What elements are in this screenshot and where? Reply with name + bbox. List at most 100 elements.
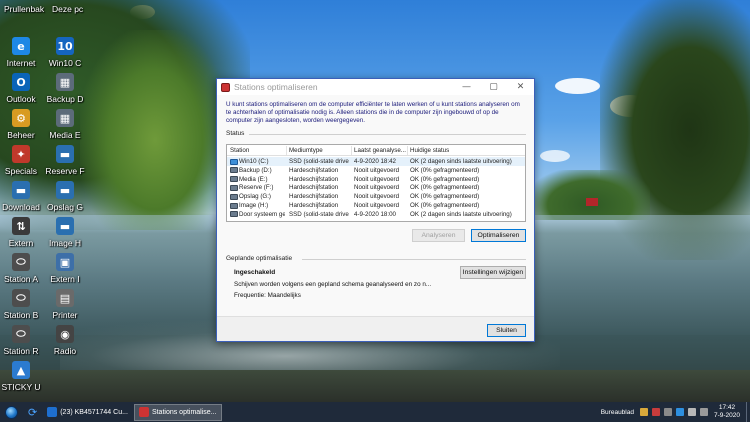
desktop-shortcut[interactable]: ✦ Specials bbox=[0, 145, 45, 176]
dialog-titlebar[interactable]: Stations optimaliseren — ▢ ✕ bbox=[217, 79, 534, 95]
clock-date: 7-9-2020 bbox=[713, 412, 740, 419]
opslag-drive-icon: ▬ bbox=[56, 181, 74, 199]
desktop-shortcut[interactable]: ▬ Download bbox=[0, 181, 45, 212]
refresh-icon: ⟳ bbox=[28, 405, 38, 419]
drive-row[interactable]: Media (E:) Hardeschijfstation Nooit uitgev… bbox=[227, 175, 525, 184]
desktop-shortcut[interactable]: ◉ Radio bbox=[41, 325, 89, 356]
taskbar-app-button[interactable]: (23) KB4571744 Cu... bbox=[43, 404, 132, 421]
desktop-shortcut-label: Printer bbox=[52, 310, 78, 320]
divider bbox=[302, 259, 526, 260]
image-drive-icon: ▬ bbox=[56, 217, 74, 235]
minimize-icon[interactable]: — bbox=[453, 79, 480, 95]
desktop-shortcut-label: Download bbox=[2, 202, 40, 212]
drive-station-cell: Win10 (C:) bbox=[239, 158, 269, 165]
hard-drive-icon bbox=[230, 211, 238, 218]
drive-last-cell: 4-9-2020 18:00 bbox=[354, 210, 396, 218]
drive-row[interactable]: Win10 (C:) SSD (solid-state drive) 4-9-202… bbox=[227, 157, 525, 166]
dialog-title: Stations optimaliseren bbox=[234, 82, 318, 92]
tray-desktop-toolbar[interactable]: Bureaublad bbox=[601, 409, 634, 416]
desktop-shortcut[interactable]: e Internet bbox=[0, 37, 45, 68]
optimize-button[interactable]: Optimaliseren bbox=[471, 229, 526, 242]
windows-drive-icon bbox=[230, 158, 238, 165]
desktop-shortcut[interactable]: 10 Win10 C bbox=[41, 37, 89, 68]
desktop-shortcut[interactable]: ⬭ Station A bbox=[0, 253, 45, 284]
drive-media-cell: Hardeschijfstation bbox=[289, 175, 339, 183]
analyze-button[interactable]: Analyseren bbox=[412, 229, 465, 242]
desktop-shortcut[interactable]: O Outlook bbox=[0, 73, 45, 104]
column-media-type[interactable]: Mediumtype bbox=[286, 147, 323, 154]
desktop-shortcut-label: Station B bbox=[3, 310, 39, 320]
cloud bbox=[540, 150, 570, 162]
taskbar-refresh[interactable]: ⟳ bbox=[24, 404, 41, 421]
internet-explorer-icon: e bbox=[12, 37, 30, 55]
desktop-shortcut[interactable]: ▲ STICKY U bbox=[0, 361, 45, 392]
change-settings-button[interactable]: Instellingen wijzigen bbox=[460, 266, 526, 279]
drive-status-cell: OK (0% gefragmenteerd) bbox=[410, 202, 480, 209]
desktop-label-this-pc[interactable]: Deze pc bbox=[52, 4, 83, 14]
close-button[interactable]: Sluiten bbox=[487, 324, 526, 337]
taskbar-app-button[interactable]: Stations optimalise... bbox=[133, 403, 222, 421]
drive-last-cell: Nooit uitgevoerd bbox=[354, 175, 400, 183]
printer-icon: ▤ bbox=[56, 289, 74, 307]
tray-action-center-icon[interactable] bbox=[699, 408, 708, 416]
tray-app-icon[interactable] bbox=[651, 408, 660, 416]
desktop-shortcut[interactable]: ▬ Image H bbox=[41, 217, 89, 248]
column-station[interactable]: Station bbox=[227, 147, 249, 154]
tray-network-icon[interactable] bbox=[675, 408, 684, 416]
close-icon[interactable]: ✕ bbox=[507, 79, 534, 95]
desktop-shortcut[interactable]: ⚙ Beheer bbox=[0, 109, 45, 140]
scheduled-frequency: Frequentie: Maandelijks bbox=[234, 292, 301, 299]
station-r-icon: ⬭ bbox=[12, 325, 30, 343]
tray-folder-icon[interactable] bbox=[639, 408, 648, 416]
desktop-shortcut[interactable]: ▦ Backup D bbox=[41, 73, 89, 104]
tray-security-icon[interactable] bbox=[663, 408, 672, 416]
desktop-shortcut[interactable]: ▦ Media E bbox=[41, 109, 89, 140]
desktop-shortcut-label: Station A bbox=[3, 274, 39, 284]
desktop-label-recycle-bin[interactable]: Prullenbak bbox=[4, 4, 44, 14]
optimize-drives-dialog: Stations optimaliseren — ▢ ✕ U kunt stat… bbox=[216, 78, 535, 342]
start-button[interactable] bbox=[0, 402, 22, 422]
taskbar-app-label: (23) KB4571744 Cu... bbox=[60, 408, 128, 416]
scheduled-group-label: Geplande optimalisatie bbox=[226, 255, 293, 262]
drive-row[interactable]: Image (H:) Hardeschijfstation Nooit uitgev… bbox=[227, 201, 525, 210]
beheer-icon: ⚙ bbox=[12, 109, 30, 127]
drive-status-cell: OK (0% gefragmenteerd) bbox=[410, 166, 480, 174]
window-controls: — ▢ ✕ bbox=[453, 79, 534, 95]
drive-list[interactable]: Station Mediumtype Laatst geanalyse... H… bbox=[226, 144, 526, 222]
desktop-shortcut[interactable]: ⬭ Station R bbox=[0, 325, 45, 356]
desktop-shortcut-label: Beheer bbox=[7, 130, 35, 140]
drive-station-cell: Opslag (G:) bbox=[239, 193, 271, 201]
scheduled-description: Schijven worden volgens een gepland sche… bbox=[234, 281, 432, 288]
win10-drive-icon: 10 bbox=[56, 37, 74, 55]
far-shore bbox=[530, 170, 650, 220]
drive-media-cell: Hardeschijfstation bbox=[289, 166, 339, 174]
specials-icon: ✦ bbox=[12, 145, 30, 163]
desktop-shortcut-label: Opslag G bbox=[47, 202, 83, 212]
taskbar-clock[interactable]: 17:42 7-9-2020 bbox=[714, 404, 740, 420]
drive-row[interactable]: Opslag (G:) Hardeschijfstation Nooit uitge… bbox=[227, 192, 525, 201]
desktop-shortcut[interactable]: ⬭ Station B bbox=[0, 289, 45, 320]
taskbar-apps: (23) KB4571744 Cu... Stations optimalise.… bbox=[41, 403, 222, 421]
tray-volume-icon[interactable] bbox=[687, 408, 696, 416]
download-drive-icon: ▬ bbox=[12, 181, 30, 199]
drive-station-cell: Media (E:) bbox=[239, 175, 268, 183]
show-desktop-button[interactable] bbox=[746, 402, 750, 422]
drive-last-cell: 4-9-2020 18:42 bbox=[354, 158, 396, 165]
drive-media-cell: SSD (solid-state drive) bbox=[289, 210, 349, 218]
desktop-shortcut[interactable]: ▤ Printer bbox=[41, 289, 89, 320]
desktop-shortcut[interactable]: ▬ Opslag G bbox=[41, 181, 89, 212]
hard-drive-icon bbox=[230, 176, 238, 183]
drive-row[interactable]: Backup (D:) Hardeschijfstation Nooit uitge… bbox=[227, 166, 525, 175]
column-last-analyzed[interactable]: Laatst geanalyse... bbox=[351, 147, 406, 154]
drive-media-cell: Hardeschijfstation bbox=[289, 202, 339, 209]
hard-drive-icon bbox=[230, 193, 238, 200]
drive-row[interactable]: Reserve (F:) Hardeschijfstation Nooit uitg… bbox=[227, 183, 525, 192]
desktop-shortcut[interactable]: ▬ Reserve F bbox=[41, 145, 89, 176]
desktop-shortcut[interactable]: ⇅ Extern bbox=[0, 217, 45, 248]
column-status[interactable]: Huidige status bbox=[407, 147, 449, 154]
maximize-icon[interactable]: ▢ bbox=[480, 79, 507, 95]
cloud bbox=[555, 78, 600, 94]
desktop-shortcut[interactable]: ▣ Extern I bbox=[41, 253, 89, 284]
drive-station-cell: Reserve (F:) bbox=[239, 184, 274, 192]
drive-row[interactable]: Door systeem ge... SSD (solid-state drive… bbox=[227, 210, 525, 219]
